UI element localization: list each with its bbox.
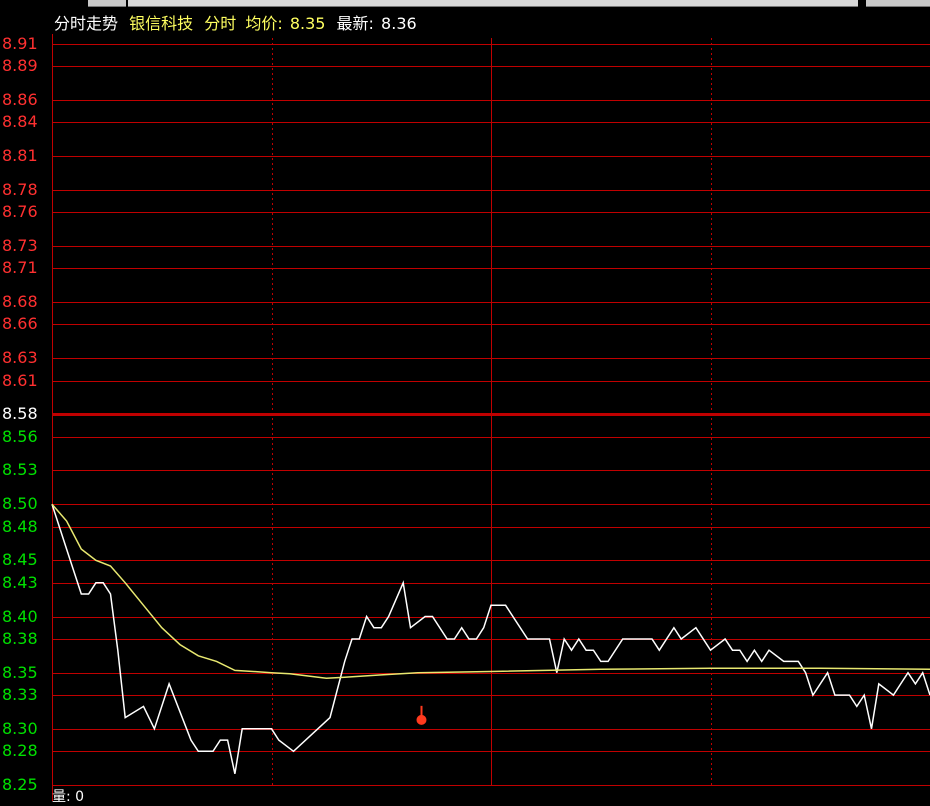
chart-grid [52, 34, 930, 801]
y-tick-label: 8.45 [2, 549, 38, 569]
latest-label: 最新: [336, 14, 374, 33]
y-tick-label: 8.84 [2, 111, 38, 131]
y-tick-label: 8.30 [2, 718, 38, 738]
y-tick-label: 8.33 [2, 684, 38, 704]
y-tick-label: 8.86 [2, 89, 38, 109]
avg-value: 8.35 [289, 14, 326, 33]
y-tick-label: 8.40 [2, 606, 38, 626]
y-tick-label: 8.28 [2, 740, 38, 760]
y-tick-label: 8.58 [2, 403, 38, 423]
y-tick-label: 8.61 [2, 370, 38, 390]
chart-header: 分时走势 银信科技 分时 均价: 8.35 最新: 8.36 [54, 10, 423, 33]
y-tick-label: 8.68 [2, 291, 38, 311]
y-tick-label: 8.73 [2, 235, 38, 255]
y-tick-label: 8.43 [2, 572, 38, 592]
y-tick-label: 8.66 [2, 313, 38, 333]
latest-value: 8.36 [381, 14, 417, 33]
volume-label: 量: 0 [52, 789, 85, 805]
y-tick-label: 8.91 [2, 33, 38, 53]
stock-name: 银信科技 [129, 14, 194, 33]
signal-marker[interactable] [416, 714, 427, 725]
y-tick-label: 8.76 [2, 201, 38, 221]
y-tick-label: 8.53 [2, 459, 38, 479]
y-tick-label: 8.78 [2, 179, 38, 199]
y-tick-label: 8.38 [2, 628, 38, 648]
y-tick-label: 8.48 [2, 516, 38, 536]
y-tick-label: 8.89 [2, 55, 38, 75]
y-tick-label: 8.56 [2, 426, 38, 446]
chart-markers [416, 705, 427, 725]
avg-label: 均价: [245, 14, 283, 33]
y-tick-label: 8.50 [2, 493, 38, 513]
y-tick-label: 8.25 [2, 774, 38, 794]
y-tick-label: 8.71 [2, 257, 38, 277]
intraday-chart[interactable] [0, 0, 930, 801]
y-tick-label: 8.81 [2, 145, 38, 165]
y-tick-label: 8.35 [2, 662, 38, 682]
mode-label: 分时 [204, 14, 237, 33]
view-label: 分时走势 [54, 14, 119, 33]
y-tick-label: 8.63 [2, 347, 38, 367]
